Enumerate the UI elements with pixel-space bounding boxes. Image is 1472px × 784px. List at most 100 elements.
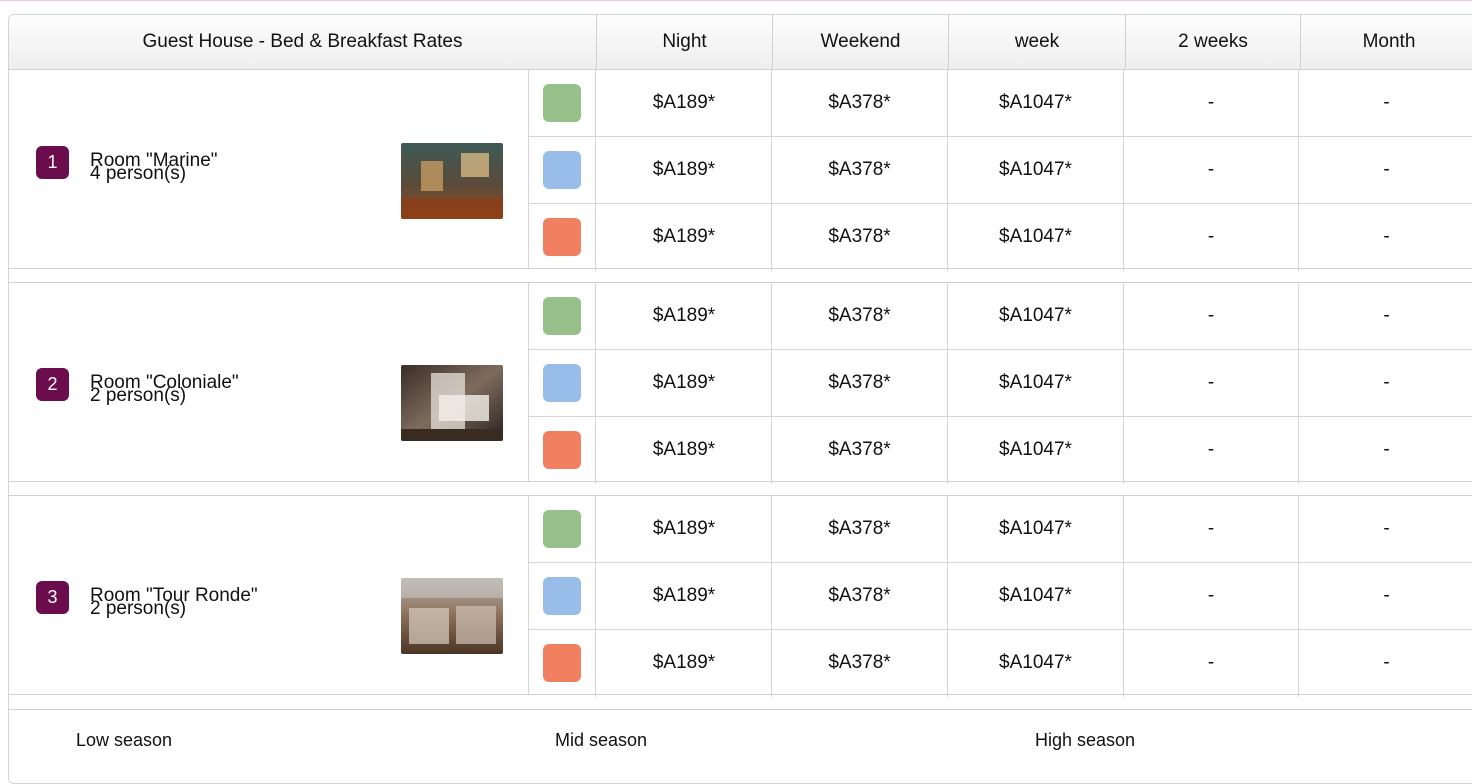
col-header-2-weeks: 2 weeks (1178, 31, 1248, 52)
rate-cell: $A189* (597, 70, 772, 136)
room-block: 3 Room "Tour Ronde" 2 person(s) $A189* $A378… (9, 495, 1472, 697)
season-cell (529, 417, 596, 484)
rate-cell: $A1047* (948, 204, 1124, 271)
rate-cell: - (1299, 496, 1472, 562)
rate-cell: - (1299, 137, 1472, 203)
rate-cell: $A1047* (948, 563, 1124, 629)
room-number-badge: 2 (36, 368, 69, 401)
rate-cell: - (1299, 204, 1472, 271)
rate-cell: $A378* (772, 70, 948, 136)
rate-cell: - (1299, 70, 1472, 136)
rate-cell: - (1299, 417, 1472, 484)
rate-cell: - (1124, 496, 1299, 562)
rate-cell: $A189* (597, 563, 772, 629)
rate-cell: - (1299, 563, 1472, 629)
rate-cell: - (1124, 563, 1299, 629)
rate-cell: - (1124, 70, 1299, 136)
rate-cell: $A378* (772, 496, 948, 562)
room-capacity: 4 person(s) (90, 163, 187, 184)
rate-cell: $A189* (597, 283, 772, 349)
low-season-swatch (543, 510, 581, 548)
low-season-label: Low season (76, 730, 173, 750)
rate-row-high: $A189* $A378* $A1047* - - (529, 630, 1472, 697)
rate-row-low: $A189* $A378* $A1047* - - (529, 70, 1472, 137)
room-photo[interactable] (401, 578, 503, 654)
rate-cell: - (1124, 350, 1299, 416)
rate-cell: $A1047* (948, 350, 1124, 416)
table-header: Guest House - Bed & Breakfast Rates Nigh… (9, 15, 1472, 70)
rate-cell: $A378* (772, 204, 948, 271)
table-title: Guest House - Bed & Breakfast Rates (142, 31, 463, 52)
rate-cell: $A378* (772, 283, 948, 349)
rate-row-mid: $A189* $A378* $A1047* - - (529, 137, 1472, 204)
rate-cell: $A189* (597, 350, 772, 416)
season-cell (529, 204, 596, 271)
rate-cell: $A1047* (948, 283, 1124, 349)
season-cell (529, 350, 596, 416)
rate-row-mid: $A189* $A378* $A1047* - - (529, 350, 1472, 417)
rate-cell: - (1299, 350, 1472, 416)
col-header-weekend: Weekend (820, 31, 901, 52)
high-season-label: High season (1035, 730, 1136, 750)
room-info-cell: 1 Room "Marine" 4 person(s) (9, 70, 529, 268)
room-block: 2 Room "Coloniale" 2 person(s) $A189* $A378*… (9, 282, 1472, 484)
rate-row-mid: $A189* $A378* $A1047* - - (529, 563, 1472, 630)
rate-cell: - (1124, 137, 1299, 203)
col-header-month: Month (1362, 31, 1416, 52)
season-legend: Low season Mid season High season (9, 709, 1472, 783)
rate-cell: $A189* (597, 137, 772, 203)
rate-cell: $A378* (772, 137, 948, 203)
rate-cell: $A1047* (948, 70, 1124, 136)
high-season-swatch (982, 722, 1022, 762)
rate-cell: $A1047* (948, 137, 1124, 203)
rate-cell: $A1047* (948, 630, 1124, 697)
room-photo[interactable] (401, 365, 503, 441)
season-cell (529, 137, 596, 203)
rate-cell: - (1124, 417, 1299, 484)
high-season-swatch (543, 431, 581, 469)
mid-season-swatch (543, 364, 581, 402)
rate-cell: - (1299, 630, 1472, 697)
rate-cell: $A189* (597, 496, 772, 562)
rate-cell: $A189* (597, 630, 772, 697)
season-cell (529, 283, 596, 349)
rate-row-low: $A189* $A378* $A1047* - - (529, 496, 1472, 563)
mid-season-swatch (502, 722, 542, 762)
col-header-night: Night (662, 31, 707, 52)
rate-cell: $A378* (772, 563, 948, 629)
rates-table: Guest House - Bed & Breakfast Rates Nigh… (8, 14, 1472, 784)
mid-season-label: Mid season (555, 730, 648, 750)
high-season-swatch (543, 644, 581, 682)
rate-row-high: $A189* $A378* $A1047* - - (529, 204, 1472, 271)
rate-cell: - (1124, 204, 1299, 271)
season-cell (529, 70, 596, 136)
rate-cell: $A378* (772, 630, 948, 697)
room-capacity: 2 person(s) (90, 598, 187, 619)
room-number-badge: 3 (36, 581, 69, 614)
rate-cell: $A1047* (948, 496, 1124, 562)
room-info-cell: 3 Room "Tour Ronde" 2 person(s) (9, 496, 529, 694)
rate-row-low: $A189* $A378* $A1047* - - (529, 283, 1472, 350)
rate-cell: - (1124, 283, 1299, 349)
season-cell (529, 630, 596, 697)
room-capacity: 2 person(s) (90, 385, 187, 406)
room-block: 1 Room "Marine" 4 person(s) $A189* $A378* $A1… (9, 69, 1472, 271)
col-header-week: week (1014, 31, 1060, 52)
top-accent-line (0, 0, 1472, 1)
rate-row-high: $A189* $A378* $A1047* - - (529, 417, 1472, 484)
rate-cell: - (1299, 283, 1472, 349)
mid-season-swatch (543, 151, 581, 189)
mid-season-swatch (543, 577, 581, 615)
room-number-badge: 1 (36, 146, 69, 179)
rate-cell: - (1124, 630, 1299, 697)
rate-cell: $A378* (772, 350, 948, 416)
low-season-swatch (23, 722, 63, 762)
low-season-swatch (543, 84, 581, 122)
rate-cell: $A1047* (948, 417, 1124, 484)
room-photo[interactable] (401, 143, 503, 219)
rate-cell: $A378* (772, 417, 948, 484)
room-info-cell: 2 Room "Coloniale" 2 person(s) (9, 283, 529, 481)
rate-cell: $A189* (597, 204, 772, 271)
low-season-swatch (543, 297, 581, 335)
rate-cell: $A189* (597, 417, 772, 484)
